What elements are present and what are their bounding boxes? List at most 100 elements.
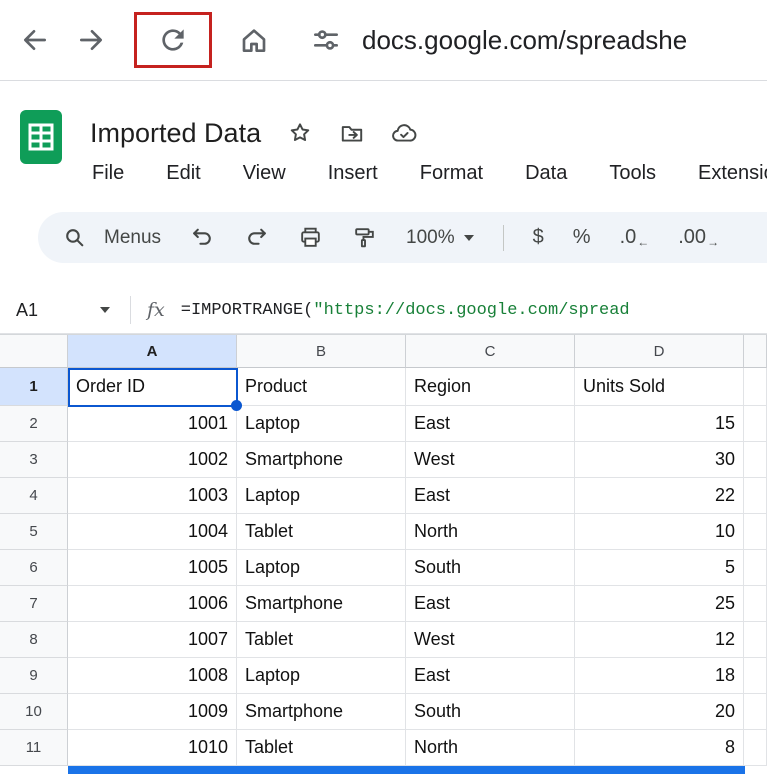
cell-E1[interactable] <box>744 368 767 406</box>
cell-C2[interactable]: East <box>406 406 575 442</box>
cell-B4[interactable]: Laptop <box>237 478 406 514</box>
address-bar[interactable]: docs.google.com/spreadshe <box>310 24 767 56</box>
row-header-6[interactable]: 6 <box>0 550 68 586</box>
row-header-7[interactable]: 7 <box>0 586 68 622</box>
cell-E10[interactable] <box>744 694 767 730</box>
column-header-B[interactable]: B <box>237 335 406 368</box>
increase-decimal-button[interactable]: .00 → <box>678 226 719 249</box>
redo-icon[interactable] <box>244 225 269 250</box>
cell-A1[interactable]: Order ID <box>68 368 237 406</box>
star-icon[interactable] <box>287 120 313 146</box>
cell-A7[interactable]: 1006 <box>68 586 237 622</box>
cell-E8[interactable] <box>744 622 767 658</box>
menu-insert[interactable]: Insert <box>328 162 378 185</box>
cell-B8[interactable]: Tablet <box>237 622 406 658</box>
row-header-1[interactable]: 1 <box>0 368 68 406</box>
paint-format-icon[interactable] <box>352 225 377 250</box>
row-header-10[interactable]: 10 <box>0 694 68 730</box>
url-text[interactable]: docs.google.com/spreadshe <box>362 25 687 56</box>
cell-C4[interactable]: East <box>406 478 575 514</box>
cell-D10[interactable]: 20 <box>575 694 744 730</box>
row-header-8[interactable]: 8 <box>0 622 68 658</box>
search-icon[interactable] <box>62 225 87 250</box>
cell-B3[interactable]: Smartphone <box>237 442 406 478</box>
back-icon[interactable] <box>18 24 50 56</box>
formula-input[interactable]: =IMPORTRANGE("https://docs.google.com/sp… <box>181 301 767 320</box>
menu-data[interactable]: Data <box>525 162 567 185</box>
row-header-11[interactable]: 11 <box>0 730 68 766</box>
undo-icon[interactable] <box>190 225 215 250</box>
cell-C7[interactable]: East <box>406 586 575 622</box>
cell-C5[interactable]: North <box>406 514 575 550</box>
cell-B9[interactable]: Laptop <box>237 658 406 694</box>
menu-extensions[interactable]: Extensions <box>698 162 767 185</box>
cell-A3[interactable]: 1002 <box>68 442 237 478</box>
cell-A2[interactable]: 1001 <box>68 406 237 442</box>
menus-search-label[interactable]: Menus <box>104 227 161 249</box>
cell-D5[interactable]: 10 <box>575 514 744 550</box>
reload-icon[interactable] <box>157 24 189 56</box>
cell-C3[interactable]: West <box>406 442 575 478</box>
cell-C9[interactable]: East <box>406 658 575 694</box>
cell-D9[interactable]: 18 <box>575 658 744 694</box>
menu-format[interactable]: Format <box>420 162 483 185</box>
cell-E5[interactable] <box>744 514 767 550</box>
cell-A9[interactable]: 1008 <box>68 658 237 694</box>
cell-D4[interactable]: 22 <box>575 478 744 514</box>
print-icon[interactable] <box>298 225 323 250</box>
home-icon[interactable] <box>238 24 270 56</box>
currency-format-button[interactable]: $ <box>533 226 544 249</box>
cell-E11[interactable] <box>744 730 767 766</box>
row-header-2[interactable]: 2 <box>0 406 68 442</box>
menu-tools[interactable]: Tools <box>609 162 656 185</box>
cell-E6[interactable] <box>744 550 767 586</box>
cell-A5[interactable]: 1004 <box>68 514 237 550</box>
cell-C10[interactable]: South <box>406 694 575 730</box>
select-all-corner[interactable] <box>0 335 68 368</box>
sheets-logo[interactable] <box>18 108 64 166</box>
cell-B2[interactable]: Laptop <box>237 406 406 442</box>
cell-B11[interactable]: Tablet <box>237 730 406 766</box>
cell-D8[interactable]: 12 <box>575 622 744 658</box>
column-header-A[interactable]: A <box>68 335 237 368</box>
move-folder-icon[interactable] <box>339 120 365 146</box>
document-title[interactable]: Imported Data <box>90 118 261 149</box>
cell-E2[interactable] <box>744 406 767 442</box>
decrease-decimal-button[interactable]: .0 ← <box>620 226 650 249</box>
cell-A4[interactable]: 1003 <box>68 478 237 514</box>
name-box[interactable]: A1 <box>0 300 122 321</box>
cell-D3[interactable]: 30 <box>575 442 744 478</box>
column-header-D[interactable]: D <box>575 335 744 368</box>
cell-C11[interactable]: North <box>406 730 575 766</box>
menu-file[interactable]: File <box>92 162 124 185</box>
cell-B10[interactable]: Smartphone <box>237 694 406 730</box>
cell-D11[interactable]: 8 <box>575 730 744 766</box>
row-header-5[interactable]: 5 <box>0 514 68 550</box>
cell-E4[interactable] <box>744 478 767 514</box>
cell-B7[interactable]: Smartphone <box>237 586 406 622</box>
row-header-3[interactable]: 3 <box>0 442 68 478</box>
column-header-C[interactable]: C <box>406 335 575 368</box>
cell-B6[interactable]: Laptop <box>237 550 406 586</box>
percent-format-button[interactable]: % <box>573 226 591 249</box>
cell-A8[interactable]: 1007 <box>68 622 237 658</box>
menu-edit[interactable]: Edit <box>166 162 200 185</box>
cell-B1[interactable]: Product <box>237 368 406 406</box>
site-settings-icon[interactable] <box>310 24 342 56</box>
fill-handle[interactable] <box>231 400 242 411</box>
menu-view[interactable]: View <box>243 162 286 185</box>
cell-D2[interactable]: 15 <box>575 406 744 442</box>
cell-A10[interactable]: 1009 <box>68 694 237 730</box>
cell-E3[interactable] <box>744 442 767 478</box>
cell-A6[interactable]: 1005 <box>68 550 237 586</box>
cell-D6[interactable]: 5 <box>575 550 744 586</box>
cell-A11[interactable]: 1010 <box>68 730 237 766</box>
row-header-9[interactable]: 9 <box>0 658 68 694</box>
column-header-e[interactable] <box>744 335 767 368</box>
cell-E9[interactable] <box>744 658 767 694</box>
cell-E7[interactable] <box>744 586 767 622</box>
zoom-dropdown[interactable]: 100% <box>406 227 474 249</box>
cell-C6[interactable]: South <box>406 550 575 586</box>
cell-B5[interactable]: Tablet <box>237 514 406 550</box>
forward-icon[interactable] <box>76 24 108 56</box>
